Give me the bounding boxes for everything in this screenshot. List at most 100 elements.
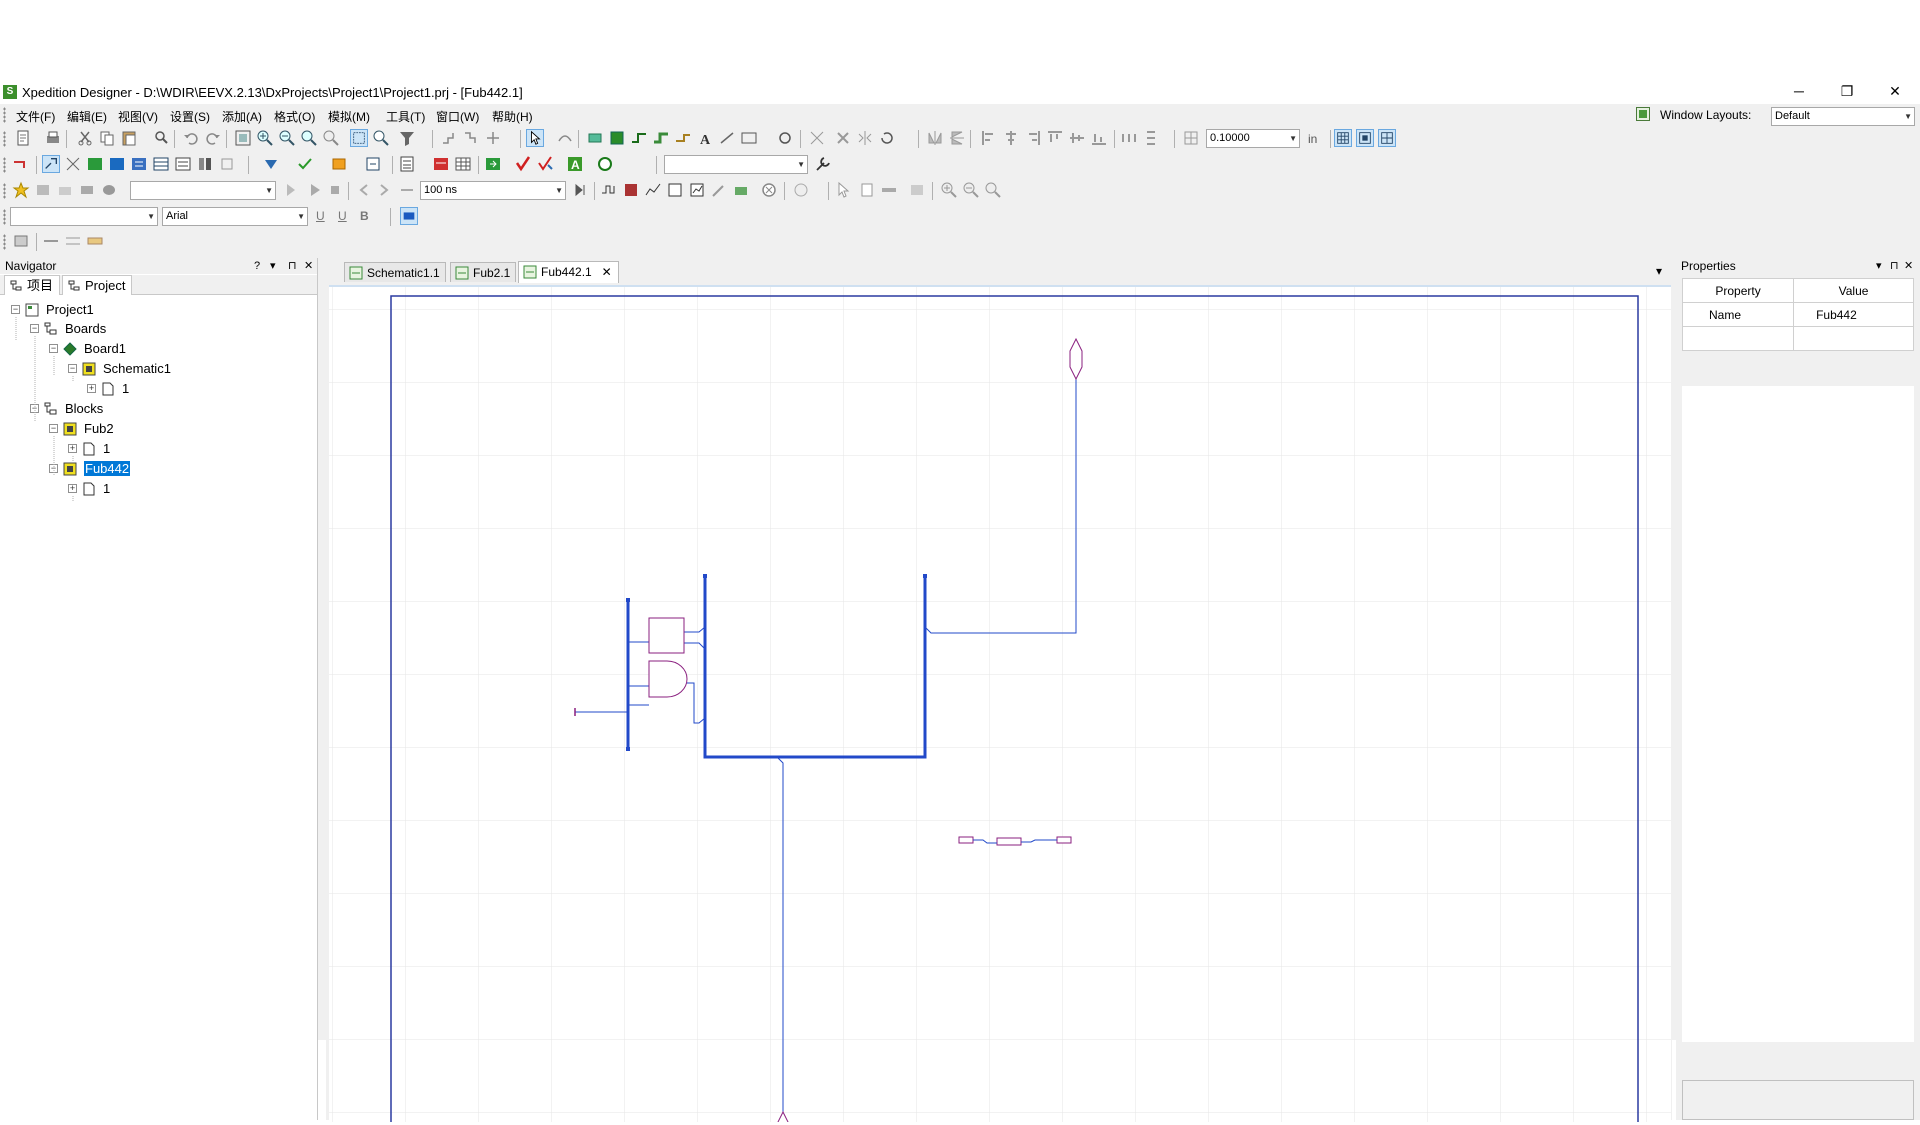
menu-edit[interactable]: 编辑(E) [67,108,107,125]
tab-fub2[interactable]: Fub2.1 [450,262,517,282]
ratsnest-icon[interactable] [808,129,826,147]
sim-profile-combo[interactable]: ▼ [130,181,276,200]
add-net-icon[interactable] [630,129,648,147]
layer-icon[interactable] [12,232,30,250]
flip-vertical-icon[interactable] [948,129,966,147]
hide-net-icon[interactable] [12,155,30,173]
panel-menu-icon[interactable]: ▾ [270,258,276,274]
navigator-close-icon[interactable]: ✕ [304,258,313,274]
sim-setup-icon[interactable] [34,181,52,199]
sim-chart-icon[interactable] [688,181,706,199]
zoom-area-icon[interactable] [300,129,318,147]
crossprobe-icon[interactable] [64,155,82,173]
tab-fub442[interactable]: Fub442.1 ✕ [518,261,619,283]
page-icon[interactable] [858,181,876,199]
undo-icon[interactable] [182,129,200,147]
toolbar-grip[interactable] [3,209,6,225]
hierarchy-icon[interactable] [484,129,502,147]
align-bottom-icon[interactable] [1090,129,1108,147]
step-over-icon[interactable] [398,181,416,199]
place-symbol-icon[interactable] [586,129,604,147]
sim-table-icon[interactable] [666,181,684,199]
bar-icon[interactable] [880,181,898,199]
property-value[interactable]: Fub442 [1793,302,1914,327]
menu-grip[interactable] [3,107,6,123]
grid-settings-icon[interactable] [1182,129,1200,147]
check-icon[interactable] [262,155,280,173]
panel-icon[interactable] [908,181,926,199]
calculator-icon[interactable] [398,155,416,173]
pin-icon[interactable]: ⊓ [288,258,297,274]
hierarchy-down-icon[interactable] [462,129,480,147]
new-document-icon[interactable] [14,129,32,147]
add-frame-icon[interactable] [740,129,758,147]
run-to-icon[interactable] [572,181,590,199]
snap-grid-icon[interactable] [1356,129,1374,147]
toolbar-grip[interactable] [3,234,6,250]
menu-setup[interactable]: 设置(S) [170,108,210,125]
zoom-fit-sim-icon[interactable] [984,181,1002,199]
export-icon[interactable] [484,155,502,173]
pointer-icon[interactable] [834,181,852,199]
view-pcb-icon[interactable] [86,155,104,173]
zoom-in-sim-icon[interactable] [940,181,958,199]
sim-database-icon[interactable] [100,181,118,199]
fit-all-icon[interactable] [234,129,252,147]
connect-icon[interactable] [776,129,794,147]
select-filter-icon[interactable] [350,129,368,147]
sim-time-input[interactable]: 100 ns ▼ [420,181,566,200]
grid-value-input[interactable]: 0.10000 ▼ [1206,129,1300,148]
pin-icon[interactable]: ⊓ [1890,258,1899,274]
zoom-out-sim-icon[interactable] [962,181,980,199]
step-icon[interactable] [376,181,394,199]
drc-icon[interactable] [514,155,532,173]
tools-icon[interactable] [814,155,832,173]
properties-close-icon[interactable]: ✕ [1904,258,1913,274]
close-tab-icon[interactable]: ✕ [602,262,612,282]
backannotate-icon[interactable] [218,155,236,173]
sim-run-icon[interactable] [282,181,300,199]
erc-icon[interactable] [536,155,554,173]
minimize-button[interactable]: ─ [1776,80,1822,104]
menu-file[interactable]: 文件(F) [16,108,55,125]
menu-format[interactable]: 格式(O) [274,108,315,125]
schematic-drawing[interactable] [329,287,1671,1125]
hierarchy-up-icon[interactable] [440,129,458,147]
select-arrow-icon[interactable] [526,129,544,147]
sim-clear-icon[interactable] [760,181,778,199]
toolbar-2-combo[interactable]: ▼ [664,155,808,174]
menu-tools[interactable]: 工具(T) [386,108,425,125]
paste-icon[interactable] [120,129,138,147]
toolbar-grip[interactable] [3,157,6,173]
text-color-icon[interactable] [400,207,418,225]
table-row[interactable] [1681,326,1914,351]
copy-icon[interactable] [98,129,116,147]
spreadsheet-icon[interactable] [454,155,472,173]
menu-help[interactable]: 帮助(H) [492,108,533,125]
waveform-icon[interactable] [600,181,618,199]
mirror-icon[interactable] [856,129,874,147]
sim-graph-icon[interactable] [644,181,662,199]
query-icon[interactable] [372,129,390,147]
stop-icon[interactable] [326,181,344,199]
verify-icon[interactable] [296,155,314,173]
tree-item-schematic1-sheet[interactable]: 1 [122,380,129,398]
flip-horizontal-icon[interactable] [926,129,944,147]
toolbar-grip[interactable] [3,183,6,199]
distribute-vertical-icon[interactable] [1142,129,1160,147]
cut-icon[interactable] [76,129,94,147]
align-middle-icon[interactable] [1068,129,1086,147]
line-style-icon[interactable] [42,232,60,250]
tab-project[interactable]: Project [62,275,133,295]
menu-window[interactable]: 窗口(W) [436,108,479,125]
find-icon[interactable] [152,129,170,147]
menu-simulate[interactable]: 模拟(M) [328,108,370,125]
view-library-icon[interactable] [196,155,214,173]
fill-icon[interactable] [86,232,104,250]
underline-alt-button[interactable]: U [338,209,347,223]
text-style-combo[interactable]: ▼ [10,207,158,226]
redo-icon[interactable] [204,129,222,147]
play-icon[interactable] [306,181,324,199]
show-grid-icon[interactable] [1334,129,1352,147]
route-icon[interactable] [556,129,574,147]
